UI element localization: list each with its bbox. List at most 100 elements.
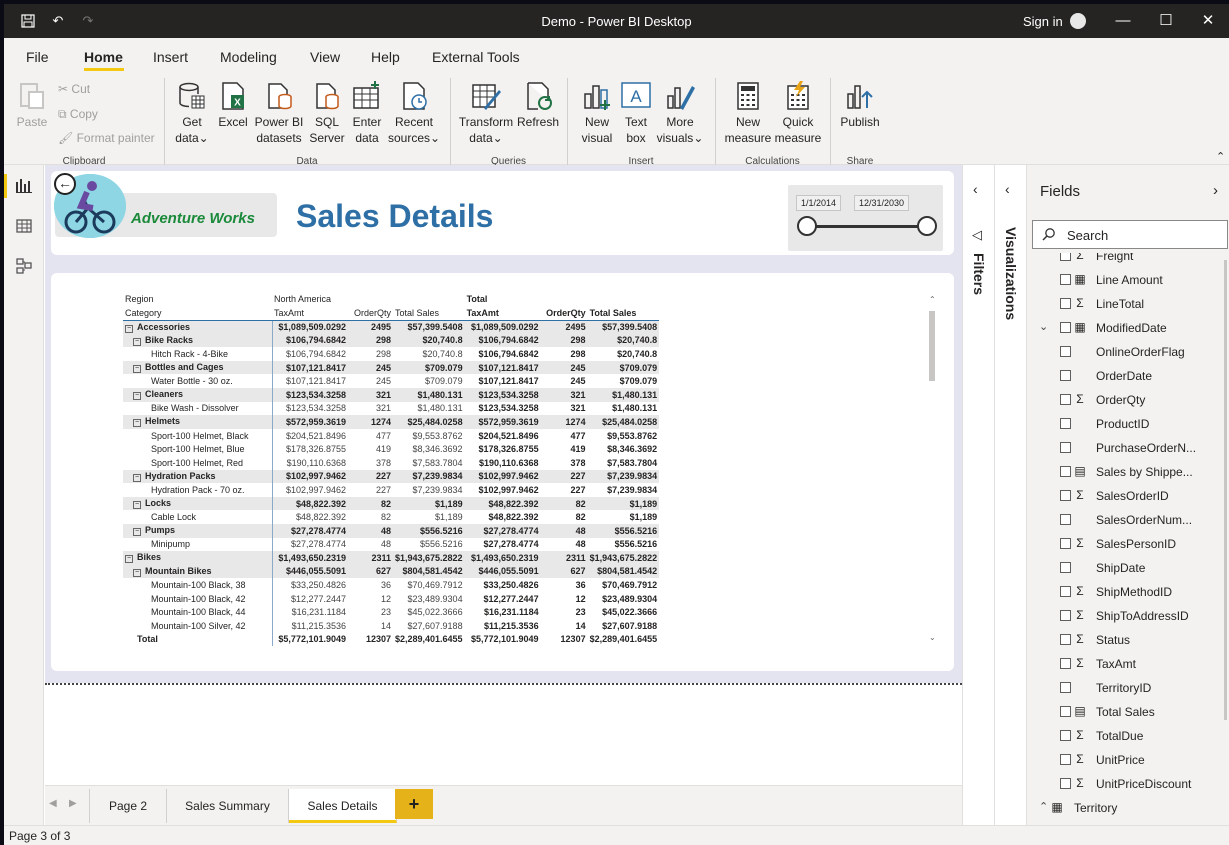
matrix-value-cell[interactable]: $27,607.9188 (588, 619, 660, 633)
field-checkbox[interactable] (1060, 466, 1071, 477)
field-item[interactable]: TerritoryID (1027, 677, 1229, 701)
tab-view[interactable]: View (310, 49, 340, 65)
field-item[interactable]: PurchaseOrderN... (1027, 437, 1229, 461)
matrix-row-header[interactable]: − Pumps (123, 523, 273, 538)
matrix-value-cell[interactable]: $2,289,401.6455 (393, 633, 465, 647)
excel-button[interactable]: X Excel (216, 80, 250, 130)
more-visuals-button[interactable]: More visuals⌄ (655, 80, 705, 146)
field-item[interactable]: Σ LineTotal (1027, 293, 1229, 317)
matrix-value-cell[interactable]: $2,289,401.6455 (588, 633, 660, 647)
matrix-value-cell[interactable]: 2495 (348, 320, 393, 334)
collapse-icon[interactable]: − (133, 568, 141, 577)
matrix-value-cell[interactable]: $1,480.131 (393, 402, 465, 416)
matrix-value-cell[interactable]: 48 (540, 523, 588, 538)
matrix-header-cell[interactable]: TaxAmt (464, 306, 541, 321)
matrix-row-header[interactable]: − Mountain Bikes (123, 564, 273, 579)
matrix-value-cell[interactable]: 298 (348, 333, 393, 348)
matrix-value-cell[interactable]: $123,534.3258 (272, 387, 348, 402)
tab-modeling[interactable]: Modeling (220, 49, 277, 65)
matrix-value-cell[interactable]: $5,772,101.9049 (272, 633, 348, 647)
matrix-row-header[interactable]: − Cleaners (123, 387, 273, 402)
matrix-row-header[interactable]: − Locks (123, 496, 273, 511)
matrix-value-cell[interactable]: $12,277.2447 (465, 592, 541, 606)
matrix-header-cell[interactable]: OrderQty (348, 306, 393, 321)
matrix-value-cell[interactable]: $70,469.7912 (588, 578, 660, 592)
field-checkbox[interactable] (1060, 442, 1071, 453)
matrix-value-cell[interactable]: $107,121.8417 (272, 360, 348, 375)
matrix-value-cell[interactable]: $45,022.3666 (588, 605, 660, 619)
chevron-up-icon[interactable]: ⌃ (1039, 800, 1048, 813)
matrix-value-cell[interactable]: $27,278.4774 (272, 523, 348, 538)
matrix-value-cell[interactable]: 477 (541, 429, 588, 443)
matrix-value-cell[interactable]: $190,110.6368 (465, 456, 541, 470)
minimize-button[interactable]: — (1111, 10, 1135, 32)
page-tab-sales-details[interactable]: Sales Details (289, 789, 397, 823)
matrix-value-cell[interactable]: $1,089,509.0292 (464, 320, 541, 334)
field-checkbox[interactable] (1060, 538, 1071, 549)
collapse-icon[interactable]: − (125, 555, 133, 564)
matrix-row-header[interactable]: − Bikes (123, 551, 273, 565)
prev-page-icon[interactable]: ◀ (49, 798, 57, 809)
matrix-value-cell[interactable]: 627 (540, 564, 588, 579)
field-item[interactable]: ▤ Total Sales (1027, 701, 1229, 725)
field-item[interactable]: Σ ShipMethodID (1027, 581, 1229, 605)
matrix-row-header[interactable]: − Hydration Packs (123, 469, 273, 484)
matrix-value-cell[interactable]: 245 (540, 360, 588, 375)
slicer-end-handle[interactable] (917, 216, 937, 236)
field-item[interactable]: Σ Freight (1027, 253, 1229, 269)
matrix-value-cell[interactable]: $12,277.2447 (272, 592, 348, 606)
matrix-value-cell[interactable]: 298 (541, 347, 588, 361)
new-visual-button[interactable]: New visual (577, 80, 617, 146)
matrix-value-cell[interactable]: $106,794.6842 (464, 333, 541, 348)
field-checkbox[interactable] (1060, 346, 1071, 357)
field-checkbox[interactable] (1060, 730, 1071, 741)
collapse-icon[interactable]: − (133, 392, 141, 401)
field-item[interactable]: Σ UnitPriceDiscount (1027, 773, 1229, 797)
field-item[interactable]: Σ Status (1027, 629, 1229, 653)
field-item[interactable]: Σ TotalDue (1027, 725, 1229, 749)
matrix-value-cell[interactable]: $9,553.8762 (393, 429, 465, 443)
refresh-button[interactable]: Refresh (516, 80, 560, 130)
matrix-value-cell[interactable]: $123,534.3258 (272, 402, 348, 416)
matrix-value-cell[interactable]: $204,521.8496 (272, 429, 348, 443)
field-checkbox[interactable] (1060, 682, 1071, 693)
matrix-value-cell[interactable]: $204,521.8496 (465, 429, 541, 443)
matrix-value-cell[interactable]: 2311 (540, 551, 588, 565)
matrix-value-cell[interactable]: 82 (348, 510, 393, 524)
matrix-value-cell[interactable]: $190,110.6368 (272, 456, 348, 470)
matrix-row-header[interactable]: − Bottles and Cages (123, 360, 273, 375)
close-button[interactable]: ✕ (1196, 10, 1220, 32)
matrix-value-cell[interactable]: $1,189 (588, 510, 660, 524)
matrix-value-cell[interactable]: $7,583.7804 (588, 456, 660, 470)
matrix-header-cell[interactable]: North America (272, 292, 348, 306)
matrix-value-cell[interactable]: 227 (540, 469, 588, 484)
matrix-value-cell[interactable]: $1,480.131 (587, 387, 660, 402)
collapse-icon[interactable]: − (133, 337, 141, 346)
slicer-track[interactable] (806, 225, 928, 228)
publish-button[interactable]: Publish (839, 80, 881, 130)
add-page-button[interactable]: + (395, 789, 433, 819)
matrix-value-cell[interactable]: $556.5216 (393, 538, 465, 552)
matrix-value-cell[interactable]: $1,089,509.0292 (272, 320, 348, 334)
matrix-value-cell[interactable]: $709.079 (587, 360, 660, 375)
model-view-icon[interactable] (14, 257, 34, 277)
expand-filters-icon[interactable]: ‹ (973, 181, 978, 197)
matrix-value-cell[interactable]: $1,480.131 (588, 402, 660, 416)
collapse-icon[interactable]: − (133, 419, 141, 428)
collapse-icon[interactable]: − (133, 365, 141, 374)
matrix-value-cell[interactable]: $48,822.392 (272, 496, 348, 511)
field-checkbox[interactable] (1060, 322, 1071, 333)
slicer-start-handle[interactable] (797, 216, 817, 236)
matrix-value-cell[interactable]: 321 (541, 402, 588, 416)
matrix-value-cell[interactable]: 48 (348, 538, 393, 552)
matrix-value-cell[interactable]: 227 (348, 483, 393, 497)
matrix-value-cell[interactable]: 245 (541, 374, 588, 388)
matrix-header-cell[interactable]: TaxAmt (272, 306, 348, 321)
matrix-value-cell[interactable]: $709.079 (393, 360, 465, 375)
field-item[interactable]: Σ ShipToAddressID (1027, 605, 1229, 629)
matrix-value-cell[interactable]: $27,278.4774 (272, 538, 348, 552)
matrix-header-cell[interactable] (541, 292, 588, 306)
matrix-value-cell[interactable]: $102,997.9462 (464, 469, 541, 484)
next-page-icon[interactable]: ▶ (69, 798, 77, 809)
fields-scrollbar[interactable] (1224, 260, 1227, 720)
